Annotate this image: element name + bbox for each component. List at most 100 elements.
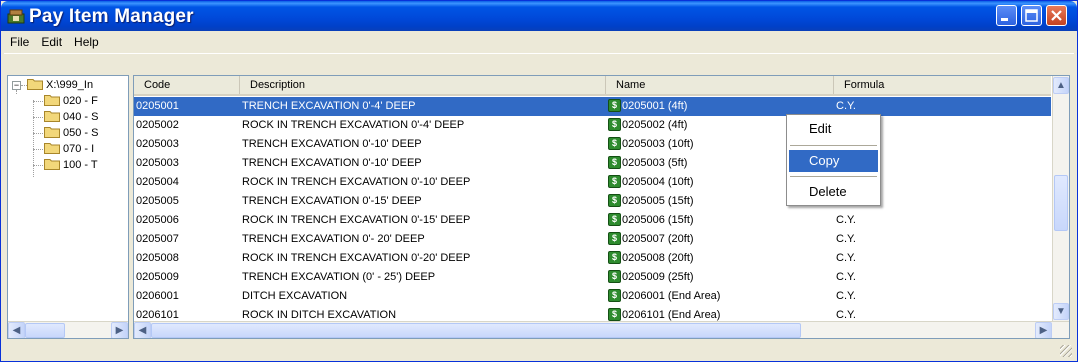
menu-help[interactable]: Help (68, 32, 105, 49)
scroll-right-button[interactable]: ▶ (1035, 322, 1052, 338)
column-header-formula[interactable]: Formula (834, 76, 1051, 94)
tree-item-label: 050 - S (63, 127, 99, 139)
pay-item-icon: $ (608, 212, 621, 226)
scroll-left-button[interactable]: ◀ (8, 322, 25, 338)
table-row[interactable]: 0205003 TRENCH EXCAVATION 0'-10' DEEP $020… (134, 135, 1051, 154)
cell-code: 0205001 (136, 100, 179, 112)
column-header-description[interactable]: Description (240, 76, 606, 94)
tree-horizontal-scrollbar[interactable]: ◀ ▶ (8, 321, 128, 338)
cell-name-text: 0205003 (5ft) (622, 157, 688, 169)
table-row[interactable]: 0206001 DITCH EXCAVATION $0206001 (End Are… (134, 287, 1051, 306)
close-icon (1051, 10, 1062, 21)
cell-name-text: 0205006 (15ft) (622, 214, 694, 226)
menu-separator (790, 145, 877, 146)
minimize-button[interactable] (996, 5, 1017, 26)
cell-description: TRENCH EXCAVATION 0'-15' DEEP (242, 195, 422, 207)
scroll-up-button[interactable]: ▲ (1053, 77, 1069, 94)
table-row[interactable]: 0205002 ROCK IN TRENCH EXCAVATION 0'-4' D… (134, 116, 1051, 135)
folder-icon (44, 111, 60, 123)
tree-item[interactable]: 070 - I (44, 141, 94, 157)
folder-tree: − X:\999_In 020 - F 040 - S 050 - S 070 … (7, 75, 129, 339)
tree-root-label: X:\999_In (46, 79, 94, 91)
folder-icon (44, 143, 60, 155)
folder-open-icon (27, 79, 43, 91)
cell-name: $0205003 (10ft) (608, 135, 808, 154)
table-row[interactable]: 0205003 TRENCH EXCAVATION 0'-10' DEEP $020… (134, 154, 1051, 173)
pay-item-icon: $ (608, 98, 621, 112)
scroll-thumb[interactable] (1054, 175, 1068, 231)
scroll-left-button[interactable]: ◀ (134, 322, 151, 338)
scroll-thumb[interactable] (151, 323, 801, 338)
context-menu-delete[interactable]: Delete (789, 181, 878, 203)
cell-name-text: 0205001 (4ft) (622, 100, 688, 112)
cell-code: 0205005 (136, 195, 179, 207)
cell-description: TRENCH EXCAVATION 0'-10' DEEP (242, 157, 422, 169)
cell-description: TRENCH EXCAVATION 0'-10' DEEP (242, 138, 422, 150)
maximize-icon (1025, 9, 1038, 22)
table-row[interactable]: 0205004 ROCK IN TRENCH EXCAVATION 0'-10' … (134, 173, 1051, 192)
cell-formula: C.Y. (836, 252, 856, 264)
cell-name-text: 0205005 (15ft) (622, 195, 694, 207)
pay-item-icon: $ (608, 117, 621, 131)
list-vertical-scrollbar[interactable]: ▲ ▼ (1052, 76, 1069, 321)
cell-name-text: 0205003 (10ft) (622, 138, 694, 150)
cell-name: $0205007 (20ft) (608, 230, 808, 249)
table-row[interactable]: 0205009 TRENCH EXCAVATION (0' - 25') DEEP… (134, 268, 1051, 287)
pay-item-icon: $ (608, 193, 621, 207)
cell-description: TRENCH EXCAVATION 0'- 20' DEEP (242, 233, 425, 245)
status-bar (4, 341, 1074, 359)
cell-description: TRENCH EXCAVATION 0'-4' DEEP (242, 100, 416, 112)
cell-formula: C.Y. (836, 233, 856, 245)
cell-code: 0205002 (136, 119, 179, 131)
list-horizontal-scrollbar[interactable]: ◀ ▶ (134, 321, 1069, 338)
cell-name-text: 0206101 (End Area) (622, 309, 721, 321)
tree-item[interactable]: 020 - F (44, 93, 98, 109)
cell-code: 0205004 (136, 176, 179, 188)
app-icon (7, 9, 25, 24)
chevron-up-icon: ▲ (1056, 80, 1066, 91)
tree-item[interactable]: 040 - S (44, 109, 98, 125)
folder-icon (44, 159, 60, 171)
pay-item-list: Code Description Name Formula 0205001 TRE… (133, 75, 1070, 339)
table-row[interactable]: 0205008 ROCK IN TRENCH EXCAVATION 0'-20' … (134, 249, 1051, 268)
context-menu-edit[interactable]: Edit (789, 118, 878, 140)
scroll-down-button[interactable]: ▼ (1053, 303, 1069, 320)
table-row[interactable]: 0205007 TRENCH EXCAVATION 0'- 20' DEEP $02… (134, 230, 1051, 249)
cell-name: $0205001 (4ft) (608, 97, 808, 116)
context-menu-copy[interactable]: Copy (789, 150, 878, 172)
collapse-toggle[interactable]: − (12, 81, 21, 90)
menu-edit[interactable]: Edit (35, 32, 68, 49)
scroll-right-button[interactable]: ▶ (111, 322, 128, 338)
table-row[interactable]: 0205001 TRENCH EXCAVATION 0'-4' DEEP $0205… (134, 97, 1051, 116)
folder-icon (44, 95, 60, 107)
cell-description: DITCH EXCAVATION (242, 290, 348, 302)
cell-name: $0205008 (20ft) (608, 249, 808, 268)
scroll-thumb[interactable] (25, 323, 65, 338)
close-button[interactable] (1046, 5, 1067, 26)
title-bar[interactable]: Pay Item Manager (1, 1, 1077, 31)
tree-item[interactable]: 100 - T (44, 157, 98, 173)
pay-item-icon: $ (608, 250, 621, 264)
folder-icon (44, 127, 60, 139)
menu-separator (790, 176, 877, 177)
menu-file[interactable]: File (4, 32, 35, 49)
cell-code: 0205007 (136, 233, 179, 245)
cell-name: $0205004 (10ft) (608, 173, 808, 192)
cell-name: $0205005 (15ft) (608, 192, 808, 211)
cell-name-text: 0206001 (End Area) (622, 290, 721, 302)
table-row[interactable]: 0205006 ROCK IN TRENCH EXCAVATION 0'-15' … (134, 211, 1051, 230)
column-header-name[interactable]: Name (606, 76, 834, 94)
table-row[interactable]: 0205005 TRENCH EXCAVATION 0'-15' DEEP $020… (134, 192, 1051, 211)
chevron-left-icon: ◀ (12, 325, 21, 336)
resize-grip[interactable] (1060, 345, 1072, 357)
cell-name-text: 0205009 (25ft) (622, 271, 694, 283)
column-header-code[interactable]: Code (134, 76, 240, 94)
tree-item-label: 070 - I (63, 143, 95, 155)
cell-name-text: 0205002 (4ft) (622, 119, 688, 131)
tree-item[interactable]: 050 - S (44, 125, 98, 141)
cell-code: 0205003 (136, 138, 179, 150)
tree-item-label: 040 - S (63, 111, 99, 123)
maximize-button[interactable] (1021, 5, 1042, 26)
pay-item-icon: $ (608, 231, 621, 245)
cell-code: 0205006 (136, 214, 179, 226)
